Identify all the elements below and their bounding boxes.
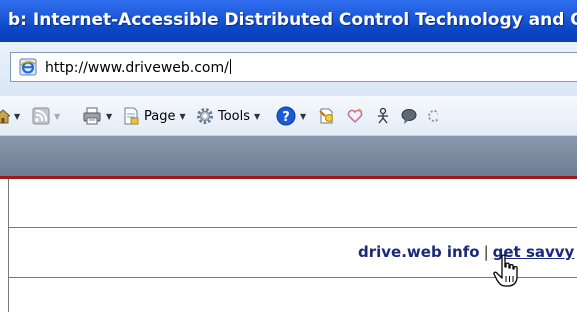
text-caret bbox=[229, 59, 231, 74]
user-icon bbox=[378, 107, 388, 124]
address-url: http://www.driveweb.com/ bbox=[45, 59, 231, 76]
address-band: http://www.driveweb.com/ bbox=[0, 42, 577, 96]
messenger-button[interactable] bbox=[400, 106, 418, 126]
page-menu-label: Page bbox=[144, 108, 176, 124]
feeds-icon bbox=[32, 107, 50, 125]
chat-bubble-icon bbox=[401, 109, 417, 124]
nav-separator: | bbox=[483, 243, 489, 261]
nav-link-driveweb-info[interactable]: drive.web info bbox=[358, 243, 480, 261]
site-nav: drive.web info|get savvy| bbox=[358, 243, 577, 261]
ie-page-icon bbox=[19, 58, 37, 76]
home-icon bbox=[0, 109, 10, 124]
page-icon bbox=[124, 107, 139, 125]
chevron-down-icon[interactable]: ▼ bbox=[254, 112, 260, 121]
content-left-border bbox=[8, 179, 9, 312]
svg-text:?: ? bbox=[282, 110, 290, 125]
chevron-down-icon[interactable]: ▼ bbox=[54, 112, 60, 121]
command-bar: ▼ ▼ ▼ Page ▼ Tools ▼ ? ▼ bbox=[0, 96, 577, 136]
title-bar: b: Internet-Accessible Distributed Contr… bbox=[0, 0, 577, 42]
user-button[interactable] bbox=[374, 106, 392, 126]
tools-menu-button[interactable]: Tools ▼ bbox=[196, 106, 260, 126]
favorites-button[interactable] bbox=[346, 106, 364, 126]
chevron-down-icon[interactable]: ▼ bbox=[14, 112, 20, 121]
extra-tool-button[interactable] bbox=[426, 106, 438, 126]
heart-icon bbox=[347, 108, 363, 124]
address-url-text: http://www.driveweb.com/ bbox=[45, 60, 229, 76]
chevron-down-icon[interactable]: ▼ bbox=[179, 112, 185, 121]
help-button[interactable]: ? ▼ bbox=[276, 106, 306, 126]
gear-icon bbox=[197, 108, 213, 124]
hand-pointer-cursor-icon bbox=[493, 254, 518, 287]
browser-window: b: Internet-Accessible Distributed Contr… bbox=[0, 0, 577, 312]
content-divider-bottom bbox=[8, 277, 577, 278]
help-icon: ? bbox=[276, 106, 296, 126]
window-title: b: Internet-Accessible Distributed Contr… bbox=[8, 10, 577, 30]
chevron-down-icon[interactable]: ▼ bbox=[106, 112, 112, 121]
printer-icon bbox=[83, 107, 101, 125]
page-menu-button[interactable]: Page ▼ bbox=[122, 106, 186, 126]
partial-tool-icon bbox=[428, 110, 438, 122]
chevron-down-icon[interactable]: ▼ bbox=[300, 112, 306, 121]
home-button[interactable]: ▼ bbox=[0, 106, 20, 126]
research-button[interactable] bbox=[318, 106, 336, 126]
page-content: drive.web info|get savvy| bbox=[0, 179, 577, 312]
site-header-strip bbox=[0, 136, 577, 176]
research-icon bbox=[319, 108, 333, 124]
content-divider-top bbox=[8, 227, 577, 228]
address-input[interactable]: http://www.driveweb.com/ bbox=[10, 52, 577, 82]
print-button[interactable]: ▼ bbox=[82, 106, 112, 126]
tools-menu-label: Tools bbox=[218, 108, 251, 124]
feeds-button[interactable]: ▼ bbox=[32, 106, 60, 126]
